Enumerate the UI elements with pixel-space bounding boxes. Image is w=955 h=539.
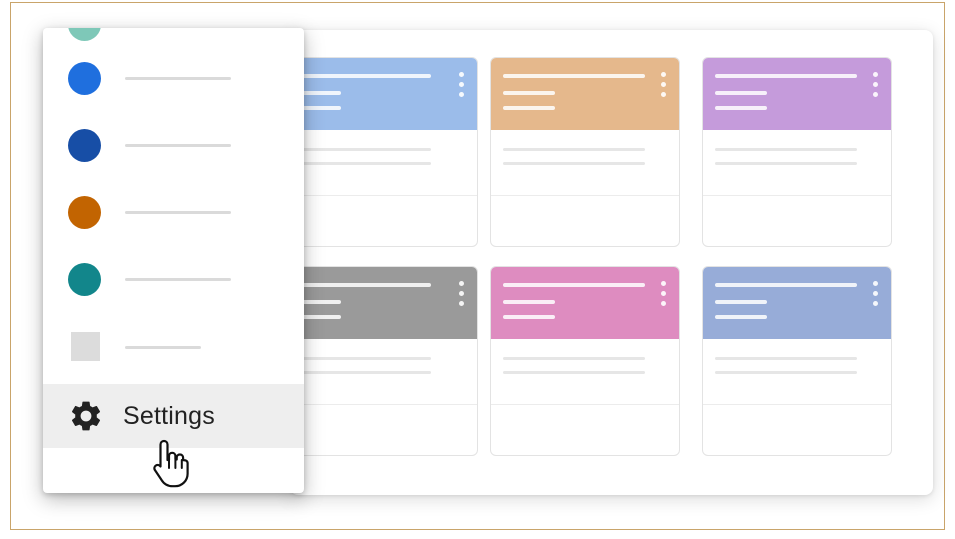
board-card[interactable] xyxy=(288,266,478,456)
card-header xyxy=(289,58,477,130)
dropdown-menu: Settings xyxy=(43,28,304,493)
menu-item-color[interactable] xyxy=(43,113,304,177)
menu-item-blank[interactable] xyxy=(43,315,304,379)
card-header xyxy=(703,58,891,130)
color-swatch-icon xyxy=(68,263,101,296)
board-panel xyxy=(288,30,933,495)
board-card[interactable] xyxy=(702,266,892,456)
color-swatch-icon xyxy=(68,28,101,41)
more-vert-icon[interactable] xyxy=(873,281,879,311)
hand-pointer-icon xyxy=(153,439,189,488)
color-swatch-icon xyxy=(68,129,101,162)
more-vert-icon[interactable] xyxy=(873,72,879,102)
card-header xyxy=(289,267,477,339)
card-header xyxy=(703,267,891,339)
menu-item-color[interactable] xyxy=(43,46,304,110)
color-swatch-icon xyxy=(68,196,101,229)
board-card[interactable] xyxy=(288,57,478,247)
menu-item-color[interactable] xyxy=(43,180,304,244)
more-vert-icon[interactable] xyxy=(459,281,465,311)
board-card[interactable] xyxy=(490,266,680,456)
card-header xyxy=(491,58,679,130)
card-header xyxy=(491,267,679,339)
board-card[interactable] xyxy=(490,57,680,247)
color-swatch-icon xyxy=(68,62,101,95)
gear-icon xyxy=(71,401,101,431)
more-vert-icon[interactable] xyxy=(459,72,465,102)
more-vert-icon[interactable] xyxy=(661,72,667,102)
blank-swatch-icon xyxy=(71,332,100,361)
board-card[interactable] xyxy=(702,57,892,247)
menu-item-color[interactable] xyxy=(43,247,304,311)
settings-label: Settings xyxy=(123,402,215,430)
more-vert-icon[interactable] xyxy=(661,281,667,311)
